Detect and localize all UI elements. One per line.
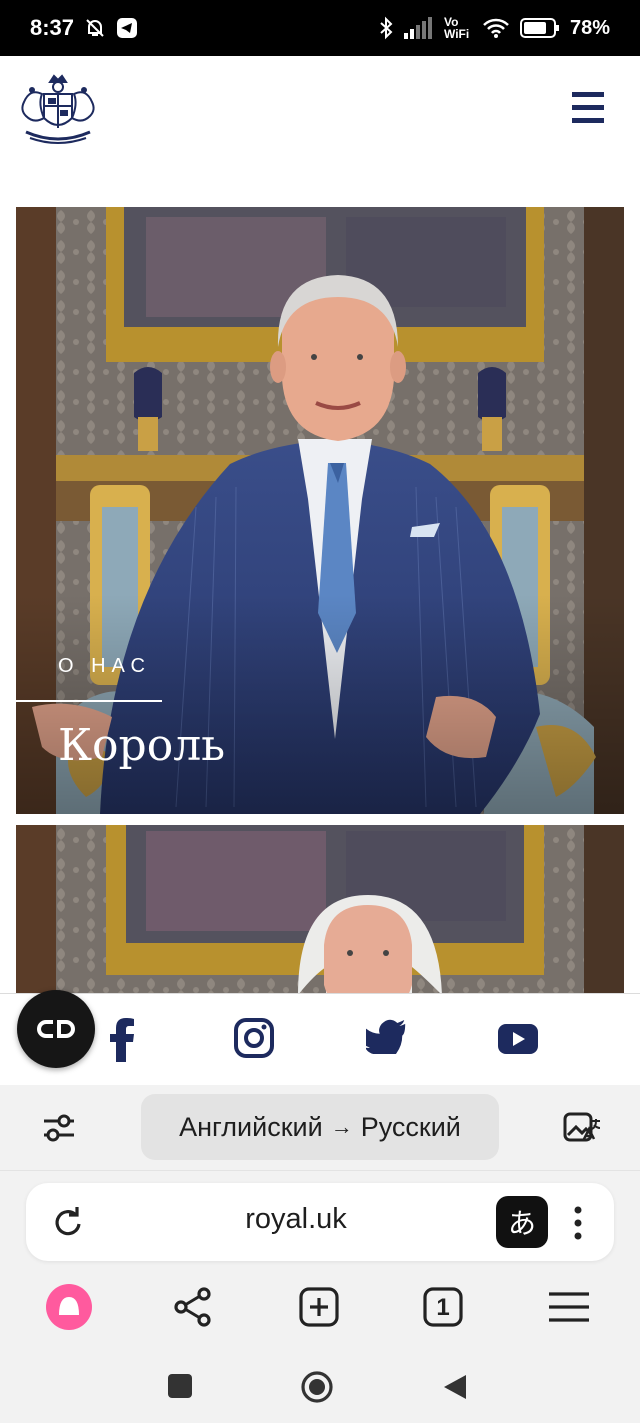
page-translate-button[interactable]: あ: [496, 1196, 548, 1248]
browser-menu-icon[interactable]: [543, 1281, 595, 1333]
address-bar: royal.uk あ: [26, 1183, 614, 1261]
image-translate-icon[interactable]: [562, 1109, 602, 1149]
status-bar: 8:37 Vo WiFi 78%: [0, 0, 640, 56]
card-shade: [16, 594, 624, 814]
wifi-icon: [483, 18, 509, 38]
source-language: Английский: [179, 1111, 323, 1142]
card-queen[interactable]: [16, 825, 624, 994]
eyebrow-divider: [16, 700, 162, 702]
tab-count: 1: [436, 1294, 450, 1321]
url-field[interactable]: royal.uk: [146, 1203, 446, 1236]
vowifi-label: Vo WiFi: [443, 15, 470, 41]
more-vert-icon[interactable]: [566, 1203, 590, 1243]
royal-crest-logo[interactable]: [16, 72, 100, 148]
bluetooth-icon: [380, 16, 393, 40]
translate-language-pair[interactable]: Английский → Русский: [141, 1094, 499, 1160]
translate-bar: Английский → Русский: [0, 1085, 640, 1171]
translate-settings-icon[interactable]: [40, 1109, 78, 1147]
home-icon[interactable]: [300, 1370, 334, 1404]
target-language: Русский: [360, 1111, 461, 1142]
social-links-bar: [0, 993, 640, 1085]
back-icon[interactable]: [442, 1373, 468, 1401]
main-content: О НАС Король: [0, 164, 640, 994]
telegram-icon: [117, 18, 138, 38]
recents-icon[interactable]: [167, 1373, 193, 1399]
browser-chrome: royal.uk あ 1: [0, 1171, 640, 1423]
arrow-right-icon: →: [330, 1114, 353, 1139]
share-icon[interactable]: [167, 1281, 219, 1333]
youtube-icon[interactable]: [498, 1024, 538, 1054]
signal-icon: [403, 17, 432, 39]
card-king[interactable]: О НАС Король: [16, 207, 624, 814]
card-title[interactable]: Король: [58, 720, 225, 771]
browser-nav-row: 1: [0, 1281, 640, 1333]
alice-assistant-icon[interactable]: [43, 1281, 95, 1333]
cookie-settings-icon: [37, 1020, 75, 1038]
facebook-icon[interactable]: [108, 1018, 136, 1062]
page: 8:37 Vo WiFi 78% О НАС Король Английский…: [0, 0, 640, 1423]
twitter-icon[interactable]: [366, 1018, 406, 1054]
cookie-settings-button[interactable]: [17, 990, 95, 1068]
card-eyebrow: О НАС: [58, 655, 151, 677]
battery-icon: [519, 18, 559, 38]
hamburger-menu-icon[interactable]: [570, 90, 606, 126]
bell-muted-icon: [86, 19, 104, 37]
instagram-icon[interactable]: [234, 1018, 274, 1058]
tabs-button[interactable]: 1: [417, 1281, 469, 1333]
status-time: 8:37: [30, 15, 75, 40]
reload-icon[interactable]: [50, 1205, 84, 1239]
new-tab-icon[interactable]: [293, 1281, 345, 1333]
site-header: [0, 56, 640, 164]
system-navigation-bar: [0, 1361, 640, 1411]
queen-portrait-image: [16, 825, 624, 994]
battery-percent: 78%: [569, 16, 610, 39]
